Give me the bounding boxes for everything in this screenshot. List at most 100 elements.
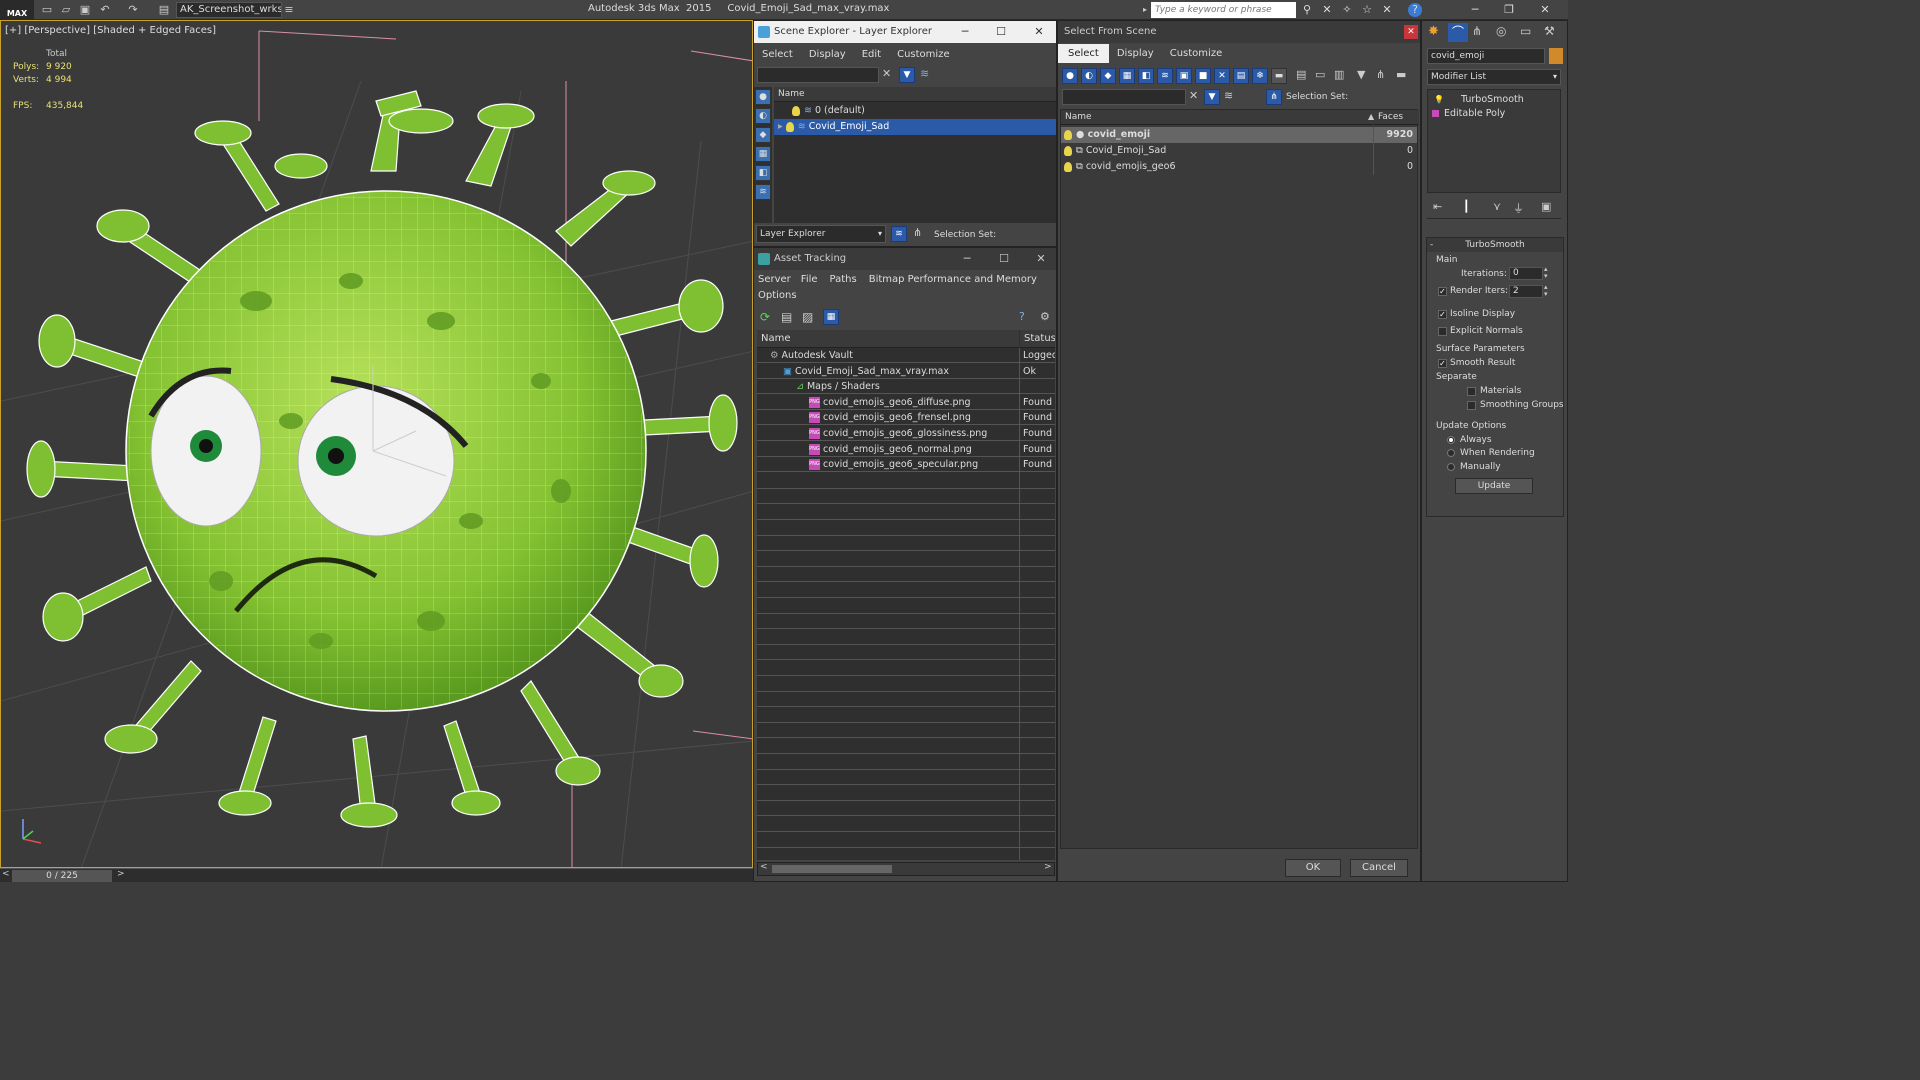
layer-explorer-icon[interactable]: ≋: [1224, 89, 1233, 102]
hidden-filter-icon[interactable]: ▬: [1271, 68, 1287, 84]
pin-stack-icon[interactable]: ⇤: [1433, 200, 1442, 213]
refresh-icon[interactable]: ⟳: [760, 310, 770, 324]
stack-item-editable-poly[interactable]: Editable Poly: [1428, 106, 1560, 122]
motion-tab-icon[interactable]: ◎: [1496, 24, 1506, 38]
create-tab-icon[interactable]: ✸: [1428, 24, 1439, 39]
subscription-icon[interactable]: ✧: [1340, 3, 1354, 17]
project-folder-icon[interactable]: ▤: [157, 3, 171, 17]
restore-icon[interactable]: ❐: [1496, 2, 1522, 18]
maximize-icon[interactable]: ☐: [992, 24, 1010, 40]
manually-radio[interactable]: [1447, 463, 1455, 471]
col-header-name[interactable]: Name: [757, 330, 1019, 348]
close-icon[interactable]: ✕: [1032, 251, 1050, 267]
star-icon[interactable]: ☆: [1360, 3, 1374, 17]
table-view-icon[interactable]: ▦: [823, 309, 839, 325]
display-geometry-icon[interactable]: ●: [755, 89, 771, 105]
thumbnail-icon[interactable]: ▨: [802, 310, 813, 324]
menu-bitmap-performance[interactable]: Bitmap Performance and Memory: [863, 274, 1043, 285]
clear-search-icon[interactable]: ✕: [882, 67, 891, 80]
perspective-viewport[interactable]: [+] [Perspective] [Shaded + Edged Faces]…: [0, 20, 753, 868]
col-header-status[interactable]: Status: [1020, 330, 1055, 348]
spinner-arrows-icon[interactable]: ▴ ▾: [1544, 284, 1548, 298]
rollout-header[interactable]: - TurboSmooth: [1427, 238, 1563, 252]
chevron-right-icon[interactable]: >: [1044, 862, 1052, 872]
chevron-down-icon[interactable]: ≡: [282, 3, 296, 17]
help-icon[interactable]: ?: [1408, 3, 1422, 17]
frozen-filter-icon[interactable]: ❄: [1252, 68, 1268, 84]
materials-checkbox[interactable]: [1467, 387, 1476, 396]
configure-sets-icon[interactable]: ▣: [1541, 200, 1551, 213]
display-shapes-icon[interactable]: ◐: [755, 108, 771, 124]
groups-filter-icon[interactable]: ▣: [1176, 68, 1192, 84]
time-slider[interactable]: < 0 / 225 >: [0, 868, 753, 882]
smoothing-groups-checkbox[interactable]: [1467, 401, 1476, 410]
cancel-button[interactable]: Cancel: [1350, 859, 1408, 877]
object-color-swatch[interactable]: [1549, 48, 1563, 64]
menu-paths[interactable]: Paths: [824, 274, 863, 285]
object-row[interactable]: ⧉ covid_emojis_geo6 0: [1061, 159, 1417, 175]
menu-customize[interactable]: Customize: [889, 45, 958, 64]
chevron-left-icon[interactable]: <: [2, 869, 10, 879]
isoline-display-checkbox[interactable]: ✓: [1438, 310, 1447, 319]
chevron-left-icon[interactable]: <: [760, 862, 768, 872]
col-header-name[interactable]: Name: [1061, 110, 1373, 125]
new-file-icon[interactable]: ▭: [40, 3, 54, 17]
funnel-icon[interactable]: ▼: [1357, 68, 1365, 81]
layer-settings-icon[interactable]: ≋: [920, 67, 929, 80]
close-icon[interactable]: ✕: [1532, 2, 1558, 18]
binoculars-icon[interactable]: ⚲: [1300, 3, 1314, 17]
hierarchy-icon[interactable]: ⋔: [913, 226, 922, 239]
cameras-filter-icon[interactable]: ▦: [1119, 68, 1135, 84]
workspace-dropdown[interactable]: AK_Screenshot_wrksp: [176, 2, 282, 18]
help-icon[interactable]: ?: [1019, 310, 1025, 323]
minimize-icon[interactable]: ─: [956, 24, 974, 40]
clear-search-icon[interactable]: ✕: [1189, 89, 1198, 102]
display-spacewarps-icon[interactable]: ≋: [755, 184, 771, 200]
close-icon[interactable]: ✕: [1404, 25, 1418, 39]
col-header-faces[interactable]: Faces: [1374, 110, 1419, 125]
containers-filter-icon[interactable]: ▤: [1233, 68, 1249, 84]
bulb-icon[interactable]: 💡: [1434, 95, 1444, 104]
bones-filter-icon[interactable]: ✕: [1214, 68, 1230, 84]
always-radio[interactable]: [1447, 436, 1455, 444]
exchange-icon[interactable]: ✕: [1380, 3, 1394, 17]
iterations-spinner[interactable]: 0: [1509, 267, 1543, 280]
explorer-type-dropdown[interactable]: Layer Explorer ▾: [756, 225, 886, 243]
object-row[interactable]: ● covid_emoji 9920: [1061, 127, 1417, 143]
app-logo[interactable]: MAX: [0, 0, 34, 20]
bulb-icon[interactable]: [1064, 129, 1072, 140]
menu-select[interactable]: Select: [754, 45, 801, 64]
spinner-arrows-icon[interactable]: ▴ ▾: [1544, 266, 1548, 280]
bulb-icon[interactable]: [792, 105, 800, 116]
menu-edit[interactable]: Edit: [854, 45, 889, 64]
asset-tracking-title[interactable]: Asset Tracking ─ ☐ ✕: [754, 248, 1056, 270]
geometry-filter-icon[interactable]: ●: [1062, 68, 1078, 84]
bulb-icon[interactable]: [1064, 161, 1072, 172]
scene-explorer-search[interactable]: [757, 67, 879, 83]
update-button[interactable]: Update: [1455, 478, 1533, 494]
open-folder-icon[interactable]: ▱: [59, 3, 73, 17]
remove-modifier-icon[interactable]: ⏚: [1513, 200, 1524, 216]
layer-row-covid-emoji-sad[interactable]: ▸ ≋ Covid_Emoji_Sad: [774, 119, 1056, 135]
display-tab-icon[interactable]: ▭: [1520, 24, 1531, 38]
object-name-field[interactable]: covid_emoji: [1427, 48, 1545, 64]
hierarchy-filter-icon[interactable]: ⋔: [1376, 68, 1385, 81]
tools-icon[interactable]: ✕: [1320, 3, 1334, 17]
bulb-icon[interactable]: [785, 121, 794, 132]
maximize-icon[interactable]: ☐: [995, 251, 1013, 267]
select-from-scene-title[interactable]: Select From Scene ✕: [1058, 21, 1420, 43]
display-lights-icon[interactable]: ◆: [755, 127, 771, 143]
xrefs-filter-icon[interactable]: ■: [1195, 68, 1211, 84]
modify-tab-icon[interactable]: ⌒: [1448, 23, 1468, 42]
object-row[interactable]: ⧉ Covid_Emoji_Sad 0: [1061, 143, 1417, 159]
hierarchy-tab-icon[interactable]: ⋔: [1472, 24, 1482, 38]
asset-row[interactable]: ⚙ Autodesk Vault Logged: [757, 348, 1055, 363]
menu-options[interactable]: Options: [754, 290, 801, 301]
spacewarps-filter-icon[interactable]: ≋: [1157, 68, 1173, 84]
menu-select[interactable]: Select: [1058, 44, 1109, 63]
list-view-icon[interactable]: ▤: [781, 310, 792, 324]
modifier-list-dropdown[interactable]: Modifier List ▾: [1427, 69, 1561, 85]
col-header-name[interactable]: Name: [774, 87, 1056, 102]
scene-explorer-title[interactable]: Scene Explorer - Layer Explorer ─ ☐ ✕: [754, 21, 1056, 43]
layer-row-default[interactable]: ≋ 0 (default): [774, 103, 1056, 119]
